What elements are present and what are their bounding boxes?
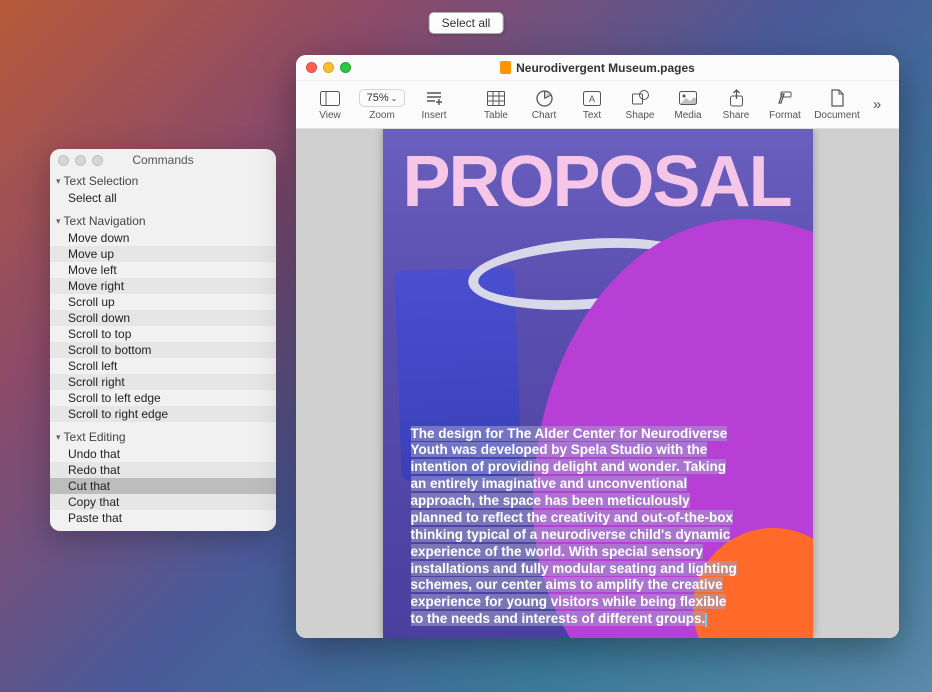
zoom-control: 75%⌄	[359, 88, 406, 108]
section-header[interactable]: ▾ Text Selection	[50, 172, 276, 190]
share-button[interactable]: Share	[712, 88, 760, 121]
pages-titlebar: Neurodivergent Museum.pages	[296, 55, 899, 81]
chart-button[interactable]: Chart	[520, 88, 568, 121]
media-button[interactable]: Media	[664, 88, 712, 121]
toolbar-label: Table	[484, 110, 508, 121]
cmd-scroll-to-right-edge[interactable]: Scroll to right edge	[50, 406, 276, 422]
toolbar-label: Share	[723, 110, 750, 121]
cmd-select-all[interactable]: Select all	[50, 190, 276, 206]
shape-button[interactable]: Shape	[616, 88, 664, 121]
chevron-right-icon: »	[873, 96, 881, 113]
cmd-move-right[interactable]: Move right	[50, 278, 276, 294]
share-icon	[729, 88, 744, 108]
toolbar: View 75%⌄ Zoom Insert Table Chart	[296, 81, 899, 129]
zoom-button[interactable]: 75%⌄ Zoom	[354, 88, 410, 121]
document-title: Neurodivergent Museum.pages	[296, 61, 899, 75]
commands-titlebar: Commands	[50, 149, 276, 171]
section-header-label: Text Editing	[64, 430, 126, 444]
toolbar-label: Insert	[421, 110, 446, 121]
section-header[interactable]: ▾ Text Navigation	[50, 212, 276, 230]
cmd-paste-that[interactable]: Paste that	[50, 510, 276, 526]
toolbar-label: Shape	[626, 110, 655, 121]
section-header-label: Text Navigation	[64, 214, 146, 228]
toolbar-overflow[interactable]: »	[865, 96, 889, 113]
section-text-selection: ▾ Text Selection Select all	[50, 171, 276, 211]
chevron-down-icon: ▾	[56, 176, 61, 187]
pages-doc-icon	[500, 61, 511, 74]
cmd-scroll-down[interactable]: Scroll down	[50, 310, 276, 326]
cmd-move-up[interactable]: Move up	[50, 246, 276, 262]
text-button[interactable]: A Text	[568, 88, 616, 121]
toolbar-label: Document	[814, 110, 860, 121]
cmd-copy-that[interactable]: Copy that	[50, 494, 276, 510]
cmd-scroll-to-bottom[interactable]: Scroll to bottom	[50, 342, 276, 358]
section-header-label: Text Selection	[64, 174, 139, 188]
svg-text:A: A	[589, 94, 595, 104]
toolbar-label: Chart	[532, 110, 556, 121]
cmd-redo-that[interactable]: Redo that	[50, 462, 276, 478]
page-heading[interactable]: PROPOSAL	[403, 141, 813, 223]
document-title-label: Neurodivergent Museum.pages	[516, 61, 695, 75]
body-text[interactable]: The design for The Alder Center for Neur…	[411, 426, 741, 629]
view-button[interactable]: View	[306, 88, 354, 121]
section-text-navigation: ▾ Text Navigation Move down Move up Move…	[50, 211, 276, 427]
media-icon	[679, 88, 697, 108]
format-button[interactable]: Format	[761, 88, 809, 121]
selected-text[interactable]: The design for The Alder Center for Neur…	[411, 426, 737, 627]
sidebar-icon	[320, 88, 340, 108]
text-icon: A	[583, 88, 601, 108]
pages-window: Neurodivergent Museum.pages View 75%⌄ Zo…	[296, 55, 899, 638]
chevron-down-icon: ⌄	[391, 94, 398, 103]
format-icon	[776, 88, 794, 108]
zoom-value: 75%	[367, 92, 389, 104]
insert-icon	[425, 88, 443, 108]
table-icon	[487, 88, 505, 108]
chevron-down-icon: ▾	[56, 432, 61, 443]
chart-icon	[536, 88, 553, 108]
document-button[interactable]: Document	[809, 88, 865, 121]
section-header[interactable]: ▾ Text Editing	[50, 428, 276, 446]
cmd-scroll-right[interactable]: Scroll right	[50, 374, 276, 390]
commands-title: Commands	[50, 153, 276, 167]
chevron-down-icon: ▾	[56, 216, 61, 227]
cmd-undo-that[interactable]: Undo that	[50, 446, 276, 462]
text-cursor	[705, 613, 707, 627]
toolbar-label: Format	[769, 110, 801, 121]
cmd-cut-that[interactable]: Cut that	[50, 478, 276, 494]
document-canvas[interactable]: PROPOSAL The design for The Alder Center…	[296, 129, 899, 638]
shape-icon	[632, 88, 649, 108]
toolbar-label: Text	[583, 110, 601, 121]
table-button[interactable]: Table	[472, 88, 520, 121]
page[interactable]: PROPOSAL The design for The Alder Center…	[383, 129, 813, 638]
cmd-scroll-up[interactable]: Scroll up	[50, 294, 276, 310]
cmd-scroll-left[interactable]: Scroll left	[50, 358, 276, 374]
insert-button[interactable]: Insert	[410, 88, 458, 121]
section-text-editing: ▾ Text Editing Undo that Redo that Cut t…	[50, 427, 276, 531]
commands-window: Commands ▾ Text Selection Select all ▾ T…	[50, 149, 276, 531]
toolbar-label: View	[319, 110, 341, 121]
document-icon	[830, 88, 844, 108]
toolbar-label: Zoom	[369, 110, 395, 121]
toolbar-label: Media	[674, 110, 701, 121]
cmd-move-down[interactable]: Move down	[50, 230, 276, 246]
voice-tooltip: Select all	[429, 12, 504, 34]
cmd-scroll-to-left-edge[interactable]: Scroll to left edge	[50, 390, 276, 406]
cmd-move-left[interactable]: Move left	[50, 262, 276, 278]
cmd-scroll-to-top[interactable]: Scroll to top	[50, 326, 276, 342]
